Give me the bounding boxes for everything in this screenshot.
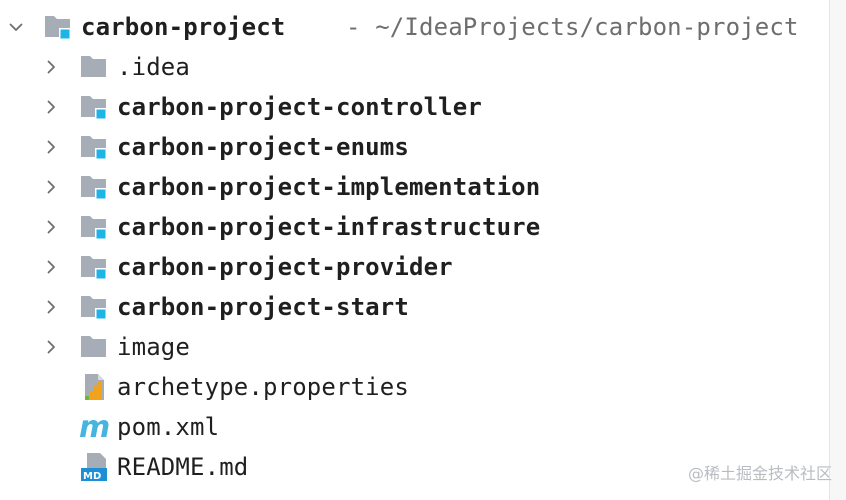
chevron-right-icon[interactable] <box>44 100 58 114</box>
folder-icon <box>78 331 110 363</box>
watermark: @稀土掘金技术社区 <box>687 464 832 483</box>
tree-item[interactable]: carbon-project-enums <box>0 127 830 167</box>
chevron-right-icon[interactable] <box>44 260 58 274</box>
svg-text:m: m <box>79 411 110 443</box>
vertical-scrollbar[interactable] <box>829 0 846 500</box>
chevron-right-icon[interactable] <box>44 220 58 234</box>
tree-item[interactable]: carbon-project-controller <box>0 87 830 127</box>
tree-item[interactable]: carbon-project-implementation <box>0 167 830 207</box>
module-folder-icon <box>42 11 74 43</box>
chevron-right-icon[interactable] <box>44 140 58 154</box>
root-project-path: - ~/IdeaProjects/carbon-project <box>346 13 799 41</box>
svg-text:MD: MD <box>83 471 101 482</box>
module-folder-icon <box>78 171 110 203</box>
tree-item-label: README.md <box>117 453 249 481</box>
chevron-right-icon[interactable] <box>44 180 58 194</box>
module-folder-icon <box>78 251 110 283</box>
chevron-right-icon[interactable] <box>44 300 58 314</box>
project-tree: carbon-project - ~/IdeaProjects/carbon-p… <box>0 7 830 487</box>
next-row-partial <box>0 496 846 500</box>
tree-item[interactable]: carbon-project-start <box>0 287 830 327</box>
tree-item-label: carbon-project-start <box>117 293 409 321</box>
tree-item[interactable]: image <box>0 327 830 367</box>
tree-item-label: archetype.properties <box>117 373 409 401</box>
module-folder-icon <box>78 91 110 123</box>
module-folder-icon <box>78 211 110 243</box>
tree-item-label: carbon-project-provider <box>117 253 453 281</box>
tree-item[interactable]: carbon-project-infrastructure <box>0 207 830 247</box>
tree-item[interactable]: archetype.properties <box>0 367 830 407</box>
tree-item-label: pom.xml <box>117 413 220 441</box>
module-folder-icon <box>78 291 110 323</box>
tree-item-label: image <box>117 333 190 361</box>
tree-item-label: .idea <box>117 53 190 81</box>
tree-item-label: carbon-project-enums <box>117 133 409 161</box>
module-folder-icon <box>78 131 110 163</box>
tree-item-label: carbon-project-controller <box>117 93 482 121</box>
properties-file-icon <box>78 371 110 403</box>
chevron-right-icon[interactable] <box>44 340 58 354</box>
maven-file-icon: m <box>78 411 110 443</box>
root-project-name: carbon-project <box>81 13 286 41</box>
tree-item[interactable]: m pom.xml <box>0 407 830 447</box>
tree-item-label: carbon-project-infrastructure <box>117 213 541 241</box>
tree-item[interactable]: .idea <box>0 47 830 87</box>
folder-icon <box>78 51 110 83</box>
tree-root-row[interactable]: carbon-project - ~/IdeaProjects/carbon-p… <box>0 7 830 47</box>
tree-item[interactable]: carbon-project-provider <box>0 247 830 287</box>
tree-item-label: carbon-project-implementation <box>117 173 541 201</box>
chevron-right-icon[interactable] <box>44 60 58 74</box>
markdown-file-icon: MD <box>78 451 110 483</box>
chevron-down-icon[interactable] <box>9 20 23 34</box>
